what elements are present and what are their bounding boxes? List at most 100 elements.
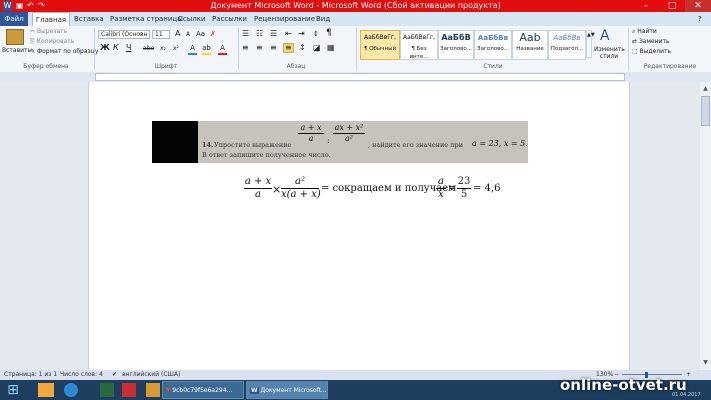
app-icon[interactable]: [100, 383, 114, 397]
window-title: Документ Microsoft Word - Microsoft Word…: [210, 1, 501, 10]
equation-fraction-1: a + x a: [244, 176, 272, 201]
align-left-icon[interactable]: ≡: [242, 44, 249, 52]
styles-scroll-icon[interactable]: ▲▼: [586, 30, 595, 58]
numbering-icon[interactable]: ☷: [256, 30, 263, 38]
language-status[interactable]: английский (США): [122, 370, 180, 380]
tab-view[interactable]: Вид: [316, 12, 330, 26]
underline-button[interactable]: Ч: [126, 44, 131, 52]
borders-icon[interactable]: ▦: [327, 44, 335, 52]
tab-mailings[interactable]: Рассылки: [212, 12, 247, 26]
scroll-up-icon[interactable]: ▲: [701, 84, 710, 93]
problem-number: 14.: [202, 141, 214, 149]
problem-fraction-1: a + x a: [298, 123, 324, 144]
page-count[interactable]: Страница: 1 из 1: [4, 370, 57, 380]
tab-review[interactable]: Рецензирование: [254, 12, 315, 26]
equation-fraction-2: a² x(a + x): [281, 176, 321, 201]
word-app-icon[interactable]: W: [3, 1, 12, 11]
start-button[interactable]: ⊞: [2, 381, 24, 399]
style-heading-2[interactable]: АаБбВв Заголово...: [474, 30, 512, 60]
close-button[interactable]: ✕: [685, 0, 711, 12]
multilevel-list-icon[interactable]: ☰: [270, 30, 277, 38]
subscript-button[interactable]: x₂: [160, 45, 166, 53]
bold-button[interactable]: Ж: [100, 44, 110, 52]
style-sample: АаБбВвГг,: [364, 34, 396, 41]
fraction-denominator: a: [308, 134, 314, 143]
italic-button[interactable]: К: [113, 44, 119, 52]
replace-icon: ⇄: [632, 38, 639, 45]
strikethrough-button[interactable]: abe: [143, 45, 154, 53]
explorer-icon[interactable]: [38, 383, 54, 397]
increase-indent-icon[interactable]: ⇥: [298, 30, 305, 38]
scroll-down-icon[interactable]: ▼: [701, 358, 710, 367]
taskbar-item-word[interactable]: W Документ Microsoft...: [246, 381, 328, 399]
cut-button[interactable]: ✂ Вырезать: [30, 28, 67, 36]
zoom-slider[interactable]: [622, 374, 682, 375]
app-icon[interactable]: [146, 383, 160, 397]
copy-button[interactable]: ⎘ Копировать: [30, 38, 74, 46]
highlight-icon[interactable]: ab: [202, 44, 211, 55]
word-count[interactable]: Число слов: 4: [60, 370, 103, 380]
help-icon[interactable]: ?: [698, 12, 702, 26]
tab-file[interactable]: Файл: [0, 12, 28, 26]
find-button[interactable]: ⌕ Найти: [632, 28, 657, 36]
show-formatting-button[interactable]: ¶: [326, 29, 332, 38]
scissors-icon: ✂: [30, 28, 37, 35]
scroll-thumb[interactable]: [701, 96, 710, 126]
bullets-icon[interactable]: ☰: [242, 30, 249, 38]
decrease-indent-icon[interactable]: ⇤: [285, 30, 292, 38]
maximize-button[interactable]: □: [659, 0, 685, 12]
format-painter-button[interactable]: ✎ Формат по образцу: [30, 48, 98, 56]
change-styles-icon[interactable]: A: [600, 29, 610, 43]
tab-references[interactable]: Ссылки: [178, 12, 206, 26]
select-button[interactable]: ⬚ Выделить: [632, 48, 671, 56]
paste-icon[interactable]: [6, 29, 24, 45]
change-styles-button[interactable]: Изменить стили: [594, 46, 625, 60]
sort-icon[interactable]: ↕: [313, 30, 319, 38]
change-case-button[interactable]: Aa: [196, 30, 205, 38]
taskbar-item-browser[interactable]: Y 9cb0c79f5e6a294...: [162, 381, 244, 399]
minimize-button[interactable]: –: [633, 0, 659, 12]
justify-icon[interactable]: ≡: [283, 43, 294, 53]
tab-home[interactable]: Главная: [32, 12, 70, 26]
font-size-select[interactable]: 11: [152, 30, 170, 39]
fraction-denominator: x: [438, 189, 444, 200]
save-icon[interactable]: ▣: [16, 1, 24, 11]
copy-icon: ⎘: [30, 38, 37, 45]
grow-font-button[interactable]: A: [175, 30, 180, 38]
tab-insert[interactable]: Вставка: [74, 12, 104, 26]
app-icon[interactable]: [122, 383, 136, 397]
style-subtitle[interactable]: АаБбВв Подзагол...: [548, 30, 586, 60]
yandex-icon: Y: [166, 387, 171, 394]
undo-icon[interactable]: ↶: [27, 1, 34, 11]
align-center-icon[interactable]: ≡: [256, 44, 263, 52]
text-effects-icon[interactable]: A: [188, 44, 197, 55]
paste-button[interactable]: Вставить: [2, 47, 31, 55]
brush-icon: ✎: [30, 48, 37, 55]
style-title[interactable]: Aab Название: [512, 30, 548, 60]
horizontal-ruler[interactable]: [0, 72, 711, 82]
problem-operator: :: [327, 136, 330, 145]
redo-icon[interactable]: ↷: [38, 1, 45, 11]
tab-page-layout[interactable]: Разметка страницы: [110, 12, 183, 26]
fraction-denominator: 5: [460, 189, 468, 200]
image-dark-region: [152, 121, 198, 163]
align-right-icon[interactable]: ≡: [270, 44, 277, 52]
shading-icon[interactable]: ◪: [313, 44, 321, 52]
equation-equals: =: [448, 183, 457, 194]
group-divider: [356, 28, 357, 70]
shrink-font-button[interactable]: A: [186, 31, 190, 39]
style-name: Подзагол...: [550, 46, 584, 52]
style-name: ¶ Без инте...: [409, 46, 429, 60]
style-no-spacing[interactable]: АаБбВвГг, ¶ Без инте...: [400, 30, 438, 60]
line-spacing-icon[interactable]: ↕: [299, 44, 306, 52]
style-heading-1[interactable]: АаБбВ Заголово...: [438, 30, 474, 60]
vertical-scrollbar[interactable]: ▲ ▼: [700, 82, 711, 370]
font-color-icon[interactable]: A: [218, 44, 227, 55]
editing-group-label: Редактирование: [643, 63, 697, 70]
clear-format-icon[interactable]: ✗: [210, 30, 216, 38]
style-normal[interactable]: АаБбВвГг, ¶ Обычный: [360, 30, 400, 60]
media-player-icon[interactable]: [64, 383, 78, 397]
superscript-button[interactable]: x²: [173, 45, 179, 53]
replace-button[interactable]: ⇄ Заменить: [632, 38, 670, 46]
font-name-select[interactable]: Calibri (Основн: [98, 30, 150, 39]
